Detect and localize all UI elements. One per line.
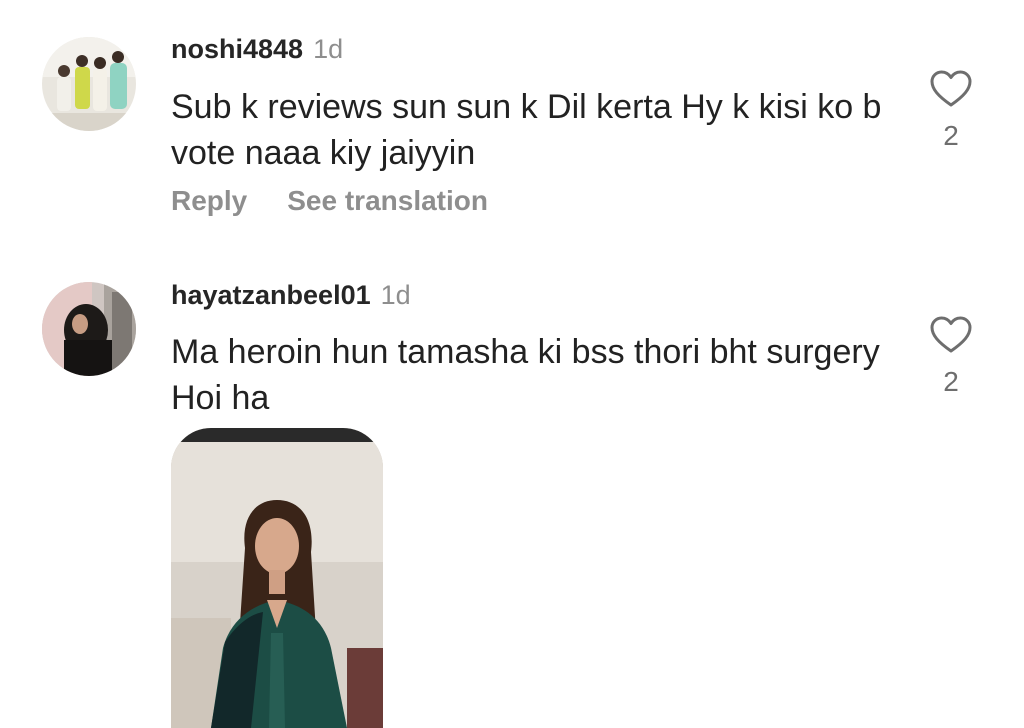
reply-button[interactable]: Reply [171, 185, 247, 216]
timestamp: 1d [313, 34, 344, 64]
username[interactable]: noshi4848 [171, 34, 303, 64]
see-translation-button[interactable]: See translation [287, 185, 488, 216]
comment-header: hayatzanbeel01 1d [171, 279, 411, 311]
comment-photo[interactable] [171, 428, 383, 728]
like-control: 2 [928, 316, 974, 398]
timestamp: 1d [380, 280, 411, 310]
comments-screen: noshi4848 1d Sub k reviews sun sun k Dil … [0, 0, 1024, 728]
like-control: 2 [928, 70, 974, 152]
heart-outline-icon[interactable] [930, 316, 972, 354]
avatar[interactable] [42, 37, 136, 131]
like-count: 2 [943, 366, 959, 397]
like-count: 2 [943, 120, 959, 151]
comment-header: noshi4848 1d [171, 33, 343, 65]
heart-outline-icon[interactable] [930, 70, 972, 108]
comment-actions: Reply See translation [171, 184, 488, 218]
comment-text: Sub k reviews sun sun k Dil kerta Hy k k… [171, 88, 882, 172]
comment-text: Ma heroin hun tamasha ki bss thori bht s… [171, 333, 880, 417]
avatar[interactable] [42, 282, 136, 376]
username[interactable]: hayatzanbeel01 [171, 280, 371, 310]
